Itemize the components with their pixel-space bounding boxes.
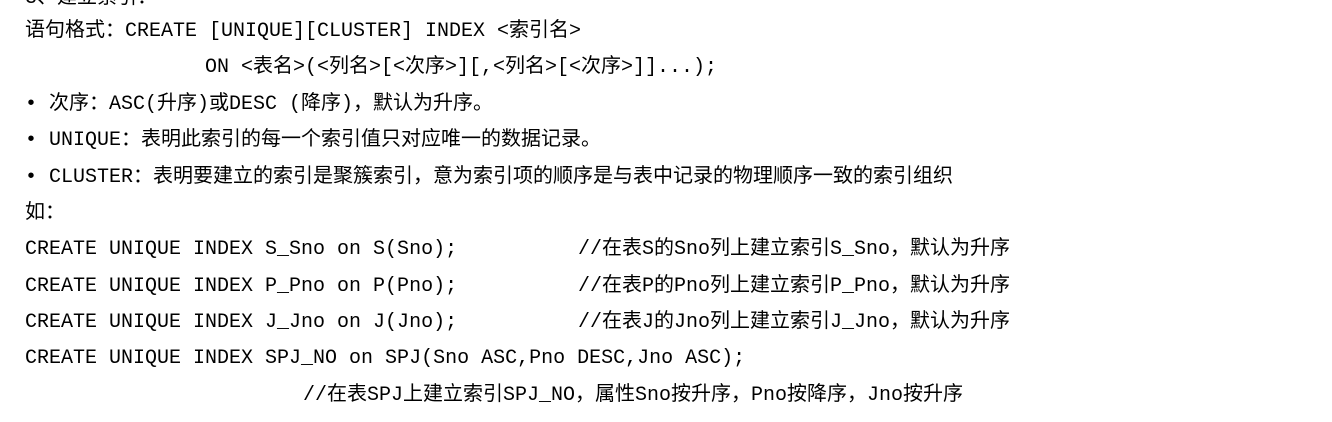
example-comment: //在表P的Pno列上建立索引P_Pno，默认为升序 — [578, 275, 1011, 298]
example-code: CREATE UNIQUE INDEX SPJ_NO on SPJ(Sno AS… — [25, 347, 746, 370]
bullet-unique: • UNIQUE：表明此索引的每一个索引值只对应唯一的数据记录。 — [25, 129, 602, 152]
example-code: CREATE UNIQUE INDEX P_Pno on P(Pno); — [25, 275, 458, 298]
example-comment: //在表J的Jno列上建立索引J_Jno，默认为升序 — [578, 311, 1011, 334]
example-comment: //在表S的Sno列上建立索引S_Sno，默认为升序 — [578, 238, 1011, 261]
bullet-cluster: • CLUSTER：表明要建立的索引是聚簇索引，意为索引项的顺序是与表中记录的物… — [25, 166, 954, 189]
syntax-line-1: 语句格式：CREATE [UNIQUE][CLUSTER] INDEX <索引名… — [25, 20, 582, 43]
section-heading: 3、建立索引： — [25, 0, 157, 12]
bullet-order: • 次序：ASC(升序)或DESC (降序)，默认为升序。 — [25, 93, 494, 116]
syntax-line-2: ON <表名>(<列名>[<次序>][,<列名>[<次序>]]...); — [205, 56, 718, 79]
example-code: CREATE UNIQUE INDEX S_Sno on S(Sno); — [25, 238, 458, 261]
example-code: CREATE UNIQUE INDEX J_Jno on J(Jno); — [25, 311, 458, 334]
example-label: 如： — [25, 202, 65, 225]
example-comment: //在表SPJ上建立索引SPJ_NO，属性Sno按升序，Pno按降序，Jno按升… — [303, 384, 964, 407]
